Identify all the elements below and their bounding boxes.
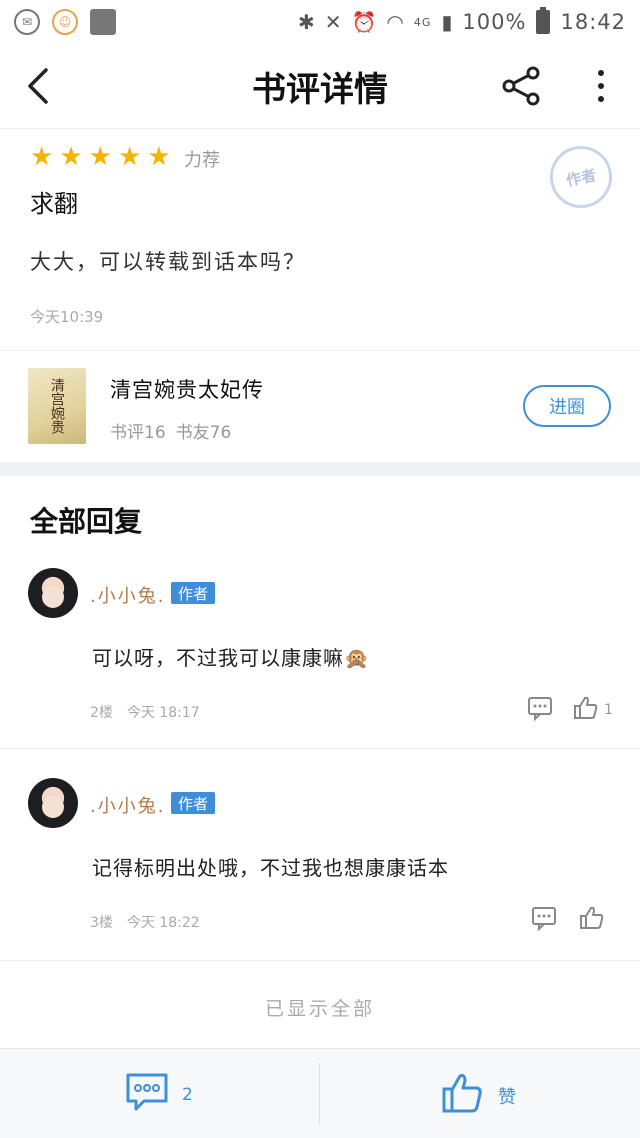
review-title: 求翻 <box>30 190 78 218</box>
divider <box>0 128 640 129</box>
battery-percent: 100% <box>462 10 527 34</box>
divider <box>0 350 640 351</box>
emoji-icon: ☺ <box>52 9 78 35</box>
title-bar: 书评详情 <box>0 44 640 128</box>
rating-label: 力荐 <box>184 150 220 171</box>
wifi-icon: ◠ <box>386 10 404 34</box>
bluetooth-icon: ✱ <box>297 10 315 34</box>
star-icon: ★ <box>147 142 171 172</box>
reply-like-icon[interactable] <box>572 694 600 722</box>
star-icon: ★ <box>59 142 83 172</box>
status-bar: ✉ ☺ ✱ ✕ ⏰ ◠ 4G ▮ 100% 18:42 <box>0 0 640 44</box>
reply-username[interactable]: .小小兔. <box>90 582 165 608</box>
star-icon: ★ <box>117 142 142 172</box>
avatar[interactable] <box>28 778 78 828</box>
comment-count: 2 <box>182 1085 193 1105</box>
enter-circle-button[interactable]: 进圈 <box>523 385 611 427</box>
reply-time: 今天 18:22 <box>126 915 200 931</box>
reply-text: 可以呀，不过我可以康康嘛🙊 <box>92 646 370 670</box>
comment-icon[interactable] <box>124 1071 170 1115</box>
battery-icon <box>536 7 551 34</box>
page-title: 书评详情 <box>252 69 388 110</box>
alarm-icon: ⏰ <box>351 10 377 34</box>
star-icon: ★ <box>88 142 112 172</box>
reply-comment-icon[interactable] <box>526 694 554 722</box>
author-badge: 作者 <box>171 582 215 604</box>
more-icon[interactable] <box>586 64 616 108</box>
book-review-count: 书评16 <box>110 423 166 443</box>
share-icon[interactable] <box>500 64 544 108</box>
reply-floor: 3楼 <box>90 915 113 931</box>
book-name[interactable]: 清宫婉贵太妃传 <box>110 374 264 404</box>
divider <box>319 1063 320 1125</box>
mute-icon: ✕ <box>324 10 342 34</box>
author-stamp: 作者 <box>544 140 618 214</box>
signal-icon: ▮ <box>441 10 453 34</box>
avatar[interactable] <box>28 568 78 618</box>
all-shown-label: 已显示全部 <box>264 998 375 1020</box>
clock: 18:42 <box>560 10 626 34</box>
back-icon[interactable] <box>18 64 62 108</box>
notification-icon: ✉ <box>14 9 40 35</box>
section-divider <box>0 462 640 476</box>
star-icon: ★ <box>30 142 54 172</box>
bottom-bar: 2 赞 <box>0 1048 640 1138</box>
book-friend-count: 书友76 <box>175 423 232 443</box>
rating-stars: ★ ★ ★ ★ ★ <box>30 144 171 170</box>
reply-like-count: 1 <box>604 702 613 718</box>
image-icon <box>90 9 116 35</box>
book-stats: 书评16 书友76 <box>110 418 231 443</box>
reply-time: 今天 18:17 <box>126 705 200 721</box>
review-body: 大大，可以转载到话本吗？ <box>30 250 306 274</box>
review-time: 今天10:39 <box>30 308 104 326</box>
network-type: 4G <box>413 15 432 29</box>
author-badge: 作者 <box>171 792 215 814</box>
divider <box>0 960 640 961</box>
reply-meta: 3楼 今天 18:22 <box>90 912 200 932</box>
divider <box>0 748 640 749</box>
reply-text: 记得标明出处哦，不过我也想康康话本 <box>92 856 449 880</box>
like-label[interactable]: 赞 <box>498 1083 516 1109</box>
reply-like-icon[interactable] <box>578 904 606 932</box>
reply-username[interactable]: .小小兔. <box>90 792 165 818</box>
reply-meta: 2楼 今天 18:17 <box>90 702 200 722</box>
reply-floor: 2楼 <box>90 705 113 721</box>
reply-comment-icon[interactable] <box>530 904 558 932</box>
replies-header: 全部回复 <box>30 505 143 538</box>
book-cover[interactable]: 清宫婉贵 <box>28 368 86 444</box>
like-icon[interactable] <box>440 1071 484 1115</box>
